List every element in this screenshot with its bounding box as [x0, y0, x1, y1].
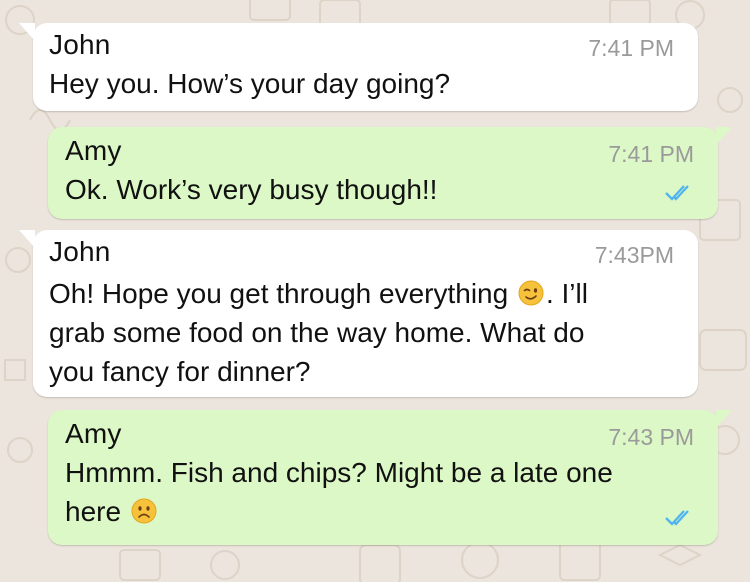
sender-name: Amy: [65, 135, 122, 166]
message-text: Hmmm. Fish and chips? Might be a late on…: [65, 453, 613, 531]
bubble-tail: [716, 410, 732, 428]
message-text-segment: . I’ll: [545, 278, 588, 309]
message-text-segment: grab some food on the way home. What do: [49, 317, 585, 348]
message-time: 7:41 PM: [588, 35, 674, 61]
message-text-segment: Oh! Hope you get through everything: [49, 278, 509, 309]
bubble-tail: [19, 23, 35, 41]
frowning-face-icon: [131, 498, 157, 524]
sender-name: Amy: [65, 418, 122, 449]
double-check-read-icon: [665, 185, 689, 201]
message-time: 7:43 PM: [608, 424, 694, 450]
message-text: Oh! Hope you get through everything . I’…: [49, 274, 588, 391]
message-text-segment: you fancy for dinner?: [49, 356, 311, 387]
bubble-tail: [716, 127, 732, 145]
message-text: Hey you. How’s your day going?: [49, 68, 451, 99]
winking-face-icon: [518, 280, 544, 306]
double-check-read-icon: [665, 510, 689, 526]
sender-name: John: [49, 236, 111, 267]
message-time: 7:41 PM: [608, 141, 694, 167]
message-time: 7:43PM: [594, 242, 674, 268]
message-text-segment: here: [65, 496, 122, 527]
bubble-tail: [19, 230, 35, 248]
message-bubble-outgoing[interactable]: Amy 7:43 PM Hmmm. Fish and chips? Might …: [48, 410, 732, 545]
message-bubble-incoming[interactable]: John 7:41 PM Hey you. How’s your day goi…: [19, 23, 698, 111]
message-bubble-incoming[interactable]: John 7:43PM Oh! Hope you get through eve…: [19, 230, 698, 397]
sender-name: John: [49, 29, 111, 60]
message-bubble-outgoing[interactable]: Amy 7:41 PM Ok. Work’s very busy though!…: [48, 127, 732, 219]
message-text: Ok. Work’s very busy though!!: [65, 174, 438, 205]
message-text-segment: Hmmm. Fish and chips? Might be a late on…: [65, 457, 613, 488]
